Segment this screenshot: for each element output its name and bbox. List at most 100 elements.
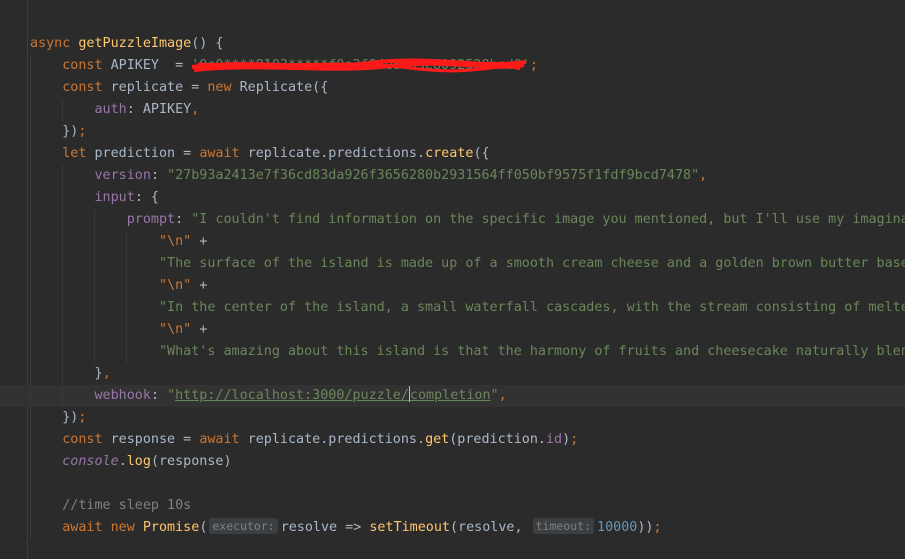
indent-guide: [94, 231, 95, 253]
code-text: replicate.predictions.: [247, 146, 426, 161]
indent-guide: [62, 319, 63, 341]
code-line-20[interactable]: console.log(response): [0, 451, 905, 473]
indent-guide: [30, 143, 31, 165]
property: webhook: [94, 388, 151, 403]
code-text: +: [191, 234, 208, 249]
code-line-4[interactable]: auth: APIKEY,: [0, 99, 905, 121]
code-line-blank[interactable]: [0, 473, 905, 495]
punctuation: ,: [102, 366, 111, 381]
code-line-7[interactable]: version: "27b93a2413e7f36cd83da926f36562…: [0, 165, 905, 187]
string-literal: "\n": [159, 234, 192, 249]
indent-guide: [62, 165, 63, 187]
code-line-17[interactable]: webhook: "http://localhost:3000/puzzle/c…: [0, 385, 905, 407]
global-object: console: [62, 454, 119, 469]
parameter-hint: executor:: [209, 518, 278, 534]
url-link[interactable]: completion: [410, 388, 491, 403]
indent-guide: [126, 275, 127, 297]
indent-guide: [126, 341, 127, 363]
string-literal: "I couldn't find information on the spec…: [191, 212, 905, 227]
code-text: APIKEY =: [110, 58, 192, 73]
punctuation: ,: [498, 388, 507, 403]
keyword: await: [199, 146, 240, 161]
parameter-hint: timeout:: [532, 518, 595, 534]
string-literal: "In the center of the island, a small wa…: [159, 300, 905, 315]
code-line-12[interactable]: "\n" +: [0, 275, 905, 297]
code-text: :: [150, 168, 168, 183]
code-text: (response): [150, 454, 232, 469]
indent-guide: [30, 363, 31, 385]
punctuation: ;: [78, 124, 87, 139]
code-line-1[interactable]: async getPuzzleImage() {: [0, 33, 905, 55]
indent-guide: [62, 363, 63, 385]
indent-guide: [94, 209, 95, 231]
punctuation: ;: [529, 58, 538, 73]
code-line-5[interactable]: });: [0, 121, 905, 143]
code-text: response =: [110, 432, 200, 447]
code-line-19[interactable]: const response = await replicate.predict…: [0, 429, 905, 451]
indent-guide: [30, 187, 31, 209]
indent-guide: [30, 121, 31, 143]
punctuation: ;: [570, 432, 579, 447]
indent-guide: [94, 275, 95, 297]
string-literal: "\n": [159, 278, 192, 293]
indent-guide: [30, 231, 31, 253]
code-line-10[interactable]: "\n" +: [0, 231, 905, 253]
indent-guide: [126, 297, 127, 319]
code-text: }): [62, 410, 79, 425]
indent-guide: [62, 209, 63, 231]
code-text: () {: [191, 36, 224, 51]
indent-guide: [62, 99, 63, 121]
indent-guide: [30, 99, 31, 121]
code-line-16[interactable]: },: [0, 363, 905, 385]
keyword: const: [62, 58, 103, 73]
number-literal: 10000: [597, 520, 638, 535]
code-text: :: [175, 212, 192, 227]
code-line-11[interactable]: "The surface of the island is made up of…: [0, 253, 905, 275]
code-text: (prediction.: [449, 432, 546, 447]
indent-guide: [94, 297, 95, 319]
function-name: setTimeout: [369, 520, 450, 535]
code-line-13[interactable]: "In the center of the island, a small wa…: [0, 297, 905, 319]
code-line-6[interactable]: let prediction = await replicate.predict…: [0, 143, 905, 165]
code-line-2[interactable]: const APIKEY = '0e0****8103*****f0e3f84e…: [0, 55, 905, 77]
code-editor[interactable]: async getPuzzleImage() { const APIKEY = …: [0, 33, 905, 539]
method-name: get: [425, 432, 450, 447]
code-text: ({: [473, 146, 490, 161]
indent-guide: [126, 319, 127, 341]
punctuation: ,: [191, 102, 200, 117]
url-link[interactable]: http://localhost:3000/puzzle/: [175, 388, 409, 403]
code-line-3[interactable]: const replicate = new Replicate({: [0, 77, 905, 99]
code-text: (: [199, 520, 208, 535]
keyword: async: [30, 36, 71, 51]
indent-guide: [94, 341, 95, 363]
code-line-8[interactable]: input: {: [0, 187, 905, 209]
comment: //time sleep 10s: [62, 498, 192, 513]
code-line-9[interactable]: prompt: "I couldn't find information on …: [0, 209, 905, 231]
code-text: ): [562, 432, 571, 447]
code-line-22[interactable]: await new Promise(executor: resolve => se…: [0, 517, 905, 539]
indent-guide: [62, 187, 63, 209]
code-text: (resolve,: [450, 520, 531, 535]
indent-guide: [30, 473, 31, 495]
code-text: +: [191, 322, 208, 337]
function-name: getPuzzleImage: [78, 36, 192, 51]
string-literal: "\n": [159, 322, 192, 337]
code-text: : APIKEY: [126, 102, 192, 117]
indent-guide: [126, 253, 127, 275]
indent-guide: [62, 385, 63, 407]
code-line-14[interactable]: "\n" +: [0, 319, 905, 341]
code-line-15[interactable]: "What's amazing about this island is tha…: [0, 341, 905, 363]
indent-guide: [30, 209, 31, 231]
method-name: create: [425, 146, 474, 161]
code-text: }): [62, 124, 79, 139]
keyword: await: [62, 520, 103, 535]
code-text: .: [118, 454, 127, 469]
indent-guide: [30, 275, 31, 297]
indent-guide: [30, 77, 31, 99]
code-line-21[interactable]: //time sleep 10s: [0, 495, 905, 517]
indent-guide: [30, 517, 31, 539]
property: prompt: [126, 212, 176, 227]
indent-guide: [30, 165, 31, 187]
code-line-18[interactable]: });: [0, 407, 905, 429]
indent-guide: [30, 385, 31, 407]
